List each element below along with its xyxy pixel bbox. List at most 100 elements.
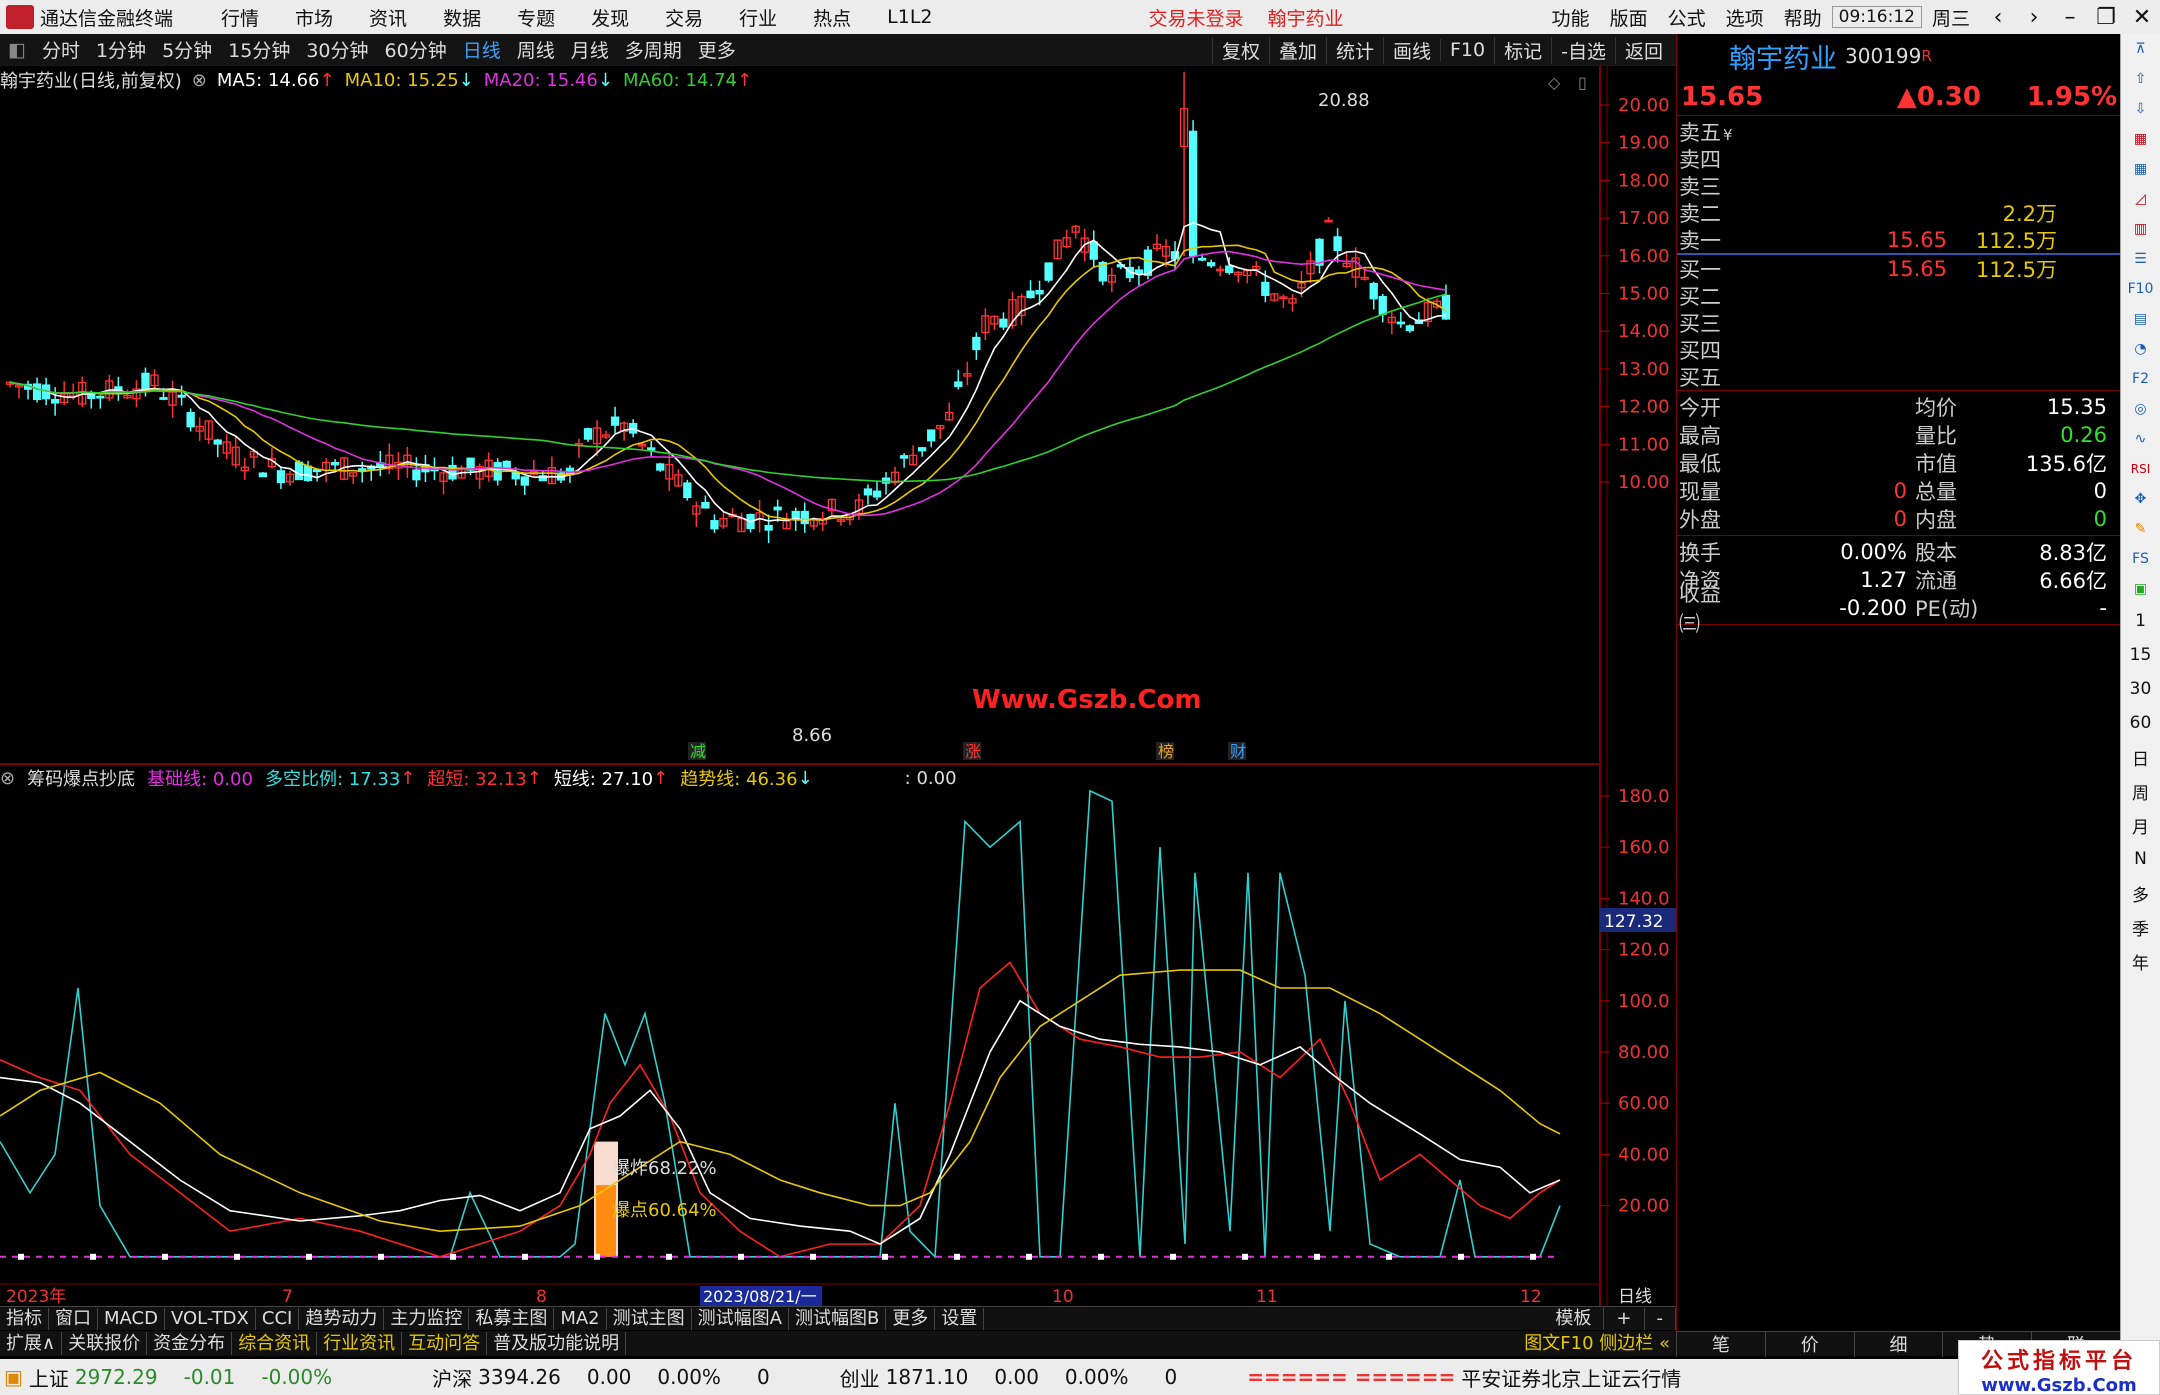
menu-7[interactable]: 行业 <box>721 4 795 31</box>
shortcut-1[interactable]: 15 <box>2121 638 2160 672</box>
rmenu-2[interactable]: 公式 <box>1658 4 1716 31</box>
doc-icon[interactable]: ▤ <box>2121 304 2160 334</box>
rmenu-0[interactable]: 功能 <box>1542 4 1600 31</box>
shortcut-9[interactable]: 季 <box>2121 910 2160 944</box>
event-marker[interactable]: 涨 <box>965 742 981 761</box>
rmenu-1[interactable]: 版面 <box>1600 4 1658 31</box>
template-tab-0[interactable]: 模板 <box>1543 1307 1605 1330</box>
template-tab-1[interactable]: + <box>1604 1307 1645 1330</box>
ext-tab-4[interactable]: 行业资讯 <box>317 1332 403 1355</box>
period-tab-3[interactable]: 15分钟 <box>220 36 298 63</box>
kline-icon[interactable]: ▥ <box>2121 214 2160 244</box>
menu-3[interactable]: 数据 <box>425 4 499 31</box>
buy-row[interactable]: 买二 <box>1677 282 2120 309</box>
shortcut-4[interactable]: 日 <box>2121 740 2160 774</box>
f10-icon[interactable]: F10 <box>2121 274 2160 304</box>
wave-icon[interactable]: ∿ <box>2121 424 2160 454</box>
indicator-tab-12[interactable]: 更多 <box>886 1307 936 1330</box>
period-tab-6[interactable]: 日线 <box>455 36 509 63</box>
pie-icon[interactable]: ◔ <box>2121 334 2160 364</box>
shortcut-10[interactable]: 年 <box>2121 944 2160 978</box>
indicator-tab-8[interactable]: MA2 <box>554 1307 607 1330</box>
shortcut-6[interactable]: 月 <box>2121 808 2160 842</box>
ext-tab-0[interactable]: 扩展∧ <box>0 1332 63 1355</box>
shortcut-5[interactable]: 周 <box>2121 774 2160 808</box>
quote-stock-name[interactable]: 翰宇药业 <box>1729 37 1837 76</box>
login-warning[interactable]: 交易未登录 <box>1137 4 1256 31</box>
sell-row[interactable]: 卖二 2.2万 <box>1677 199 2120 226</box>
period-tab-8[interactable]: 月线 <box>563 36 617 63</box>
sell-row[interactable]: 卖五 ¥ <box>1677 118 2120 145</box>
back-arrow-icon[interactable]: ‹ <box>1980 5 2016 30</box>
quote-tab-1[interactable]: 价 <box>1764 1331 1854 1357</box>
pen-icon[interactable]: ✎ <box>2121 514 2160 544</box>
indicator-tab-5[interactable]: 趋势动力 <box>299 1307 385 1330</box>
quote-tab-0[interactable]: 笔 <box>1676 1331 1765 1357</box>
indicator-tab-2[interactable]: MACD <box>98 1307 165 1330</box>
cy-name[interactable]: 创业 <box>840 1363 880 1392</box>
menu-4[interactable]: 专题 <box>499 4 573 31</box>
kline-chart[interactable]: 20.00 19.00 18.00 17.00 16.00 15.00 14.00 13.00… <box>0 66 1676 766</box>
period-tab-1[interactable]: 1分钟 <box>88 36 154 63</box>
shortcut-0[interactable]: 1 <box>2121 604 2160 638</box>
chart-tool-6[interactable]: -自选 <box>1551 36 1615 64</box>
indicator-chart[interactable]: 180.0 160.0 140.0 120.0 100.0 80.00 60.00 40.00… <box>0 764 1676 1306</box>
period-tab-10[interactable]: 更多 <box>690 36 744 63</box>
period-tab-0[interactable]: 分时 <box>34 36 88 63</box>
collapse-icon[interactable]: ⊼ <box>2121 34 2160 64</box>
ext-tab-6[interactable]: 普及版功能说明 <box>487 1332 627 1355</box>
panel-toggle-icon[interactable]: ◧ <box>0 39 34 61</box>
indicator-tab-1[interactable]: 窗口 <box>49 1307 98 1330</box>
line-chart-icon[interactable]: ◿ <box>2121 184 2160 214</box>
sell-row[interactable]: 卖一 15.65 112.5万 <box>1677 226 2120 253</box>
hs-name[interactable]: 沪深 <box>432 1363 472 1392</box>
chart-tool-5[interactable]: 标记 <box>1494 36 1551 64</box>
indicator-tab-6[interactable]: 主力监控 <box>384 1307 470 1330</box>
indicator-tab-11[interactable]: 测试幅图B <box>789 1307 887 1330</box>
period-tab-2[interactable]: 5分钟 <box>154 36 220 63</box>
chart-tool-3[interactable]: 画线 <box>1382 36 1440 64</box>
trade-icon[interactable]: ▦ <box>2121 124 2160 154</box>
ext-tab-2[interactable]: 资金分布 <box>147 1332 233 1355</box>
shortcut-3[interactable]: 60 <box>2121 706 2160 740</box>
period-tab-7[interactable]: 周线 <box>509 36 563 63</box>
up-icon[interactable]: ⇧ <box>2121 64 2160 94</box>
period-tab-5[interactable]: 60分钟 <box>377 36 455 63</box>
chart-tool-7[interactable]: 返回 <box>1614 36 1672 64</box>
menu-6[interactable]: 交易 <box>647 4 721 31</box>
menu-2[interactable]: 资讯 <box>351 4 425 31</box>
ext-tab-1[interactable]: 关联报价 <box>62 1332 148 1355</box>
indicator-tab-7[interactable]: 私募主图 <box>469 1307 555 1330</box>
f10-sidebar-toggle[interactable]: 图文F10 侧边栏 « <box>1518 1332 1676 1355</box>
move-icon[interactable]: ✥ <box>2121 484 2160 514</box>
fs-icon[interactable]: FS <box>2121 544 2160 574</box>
menu-0[interactable]: 行情 <box>203 4 277 31</box>
shortcut-8[interactable]: 多 <box>2121 876 2160 910</box>
chart-tool-4[interactable]: F10 <box>1440 39 1494 61</box>
shortcut-7[interactable]: N <box>2121 842 2160 876</box>
rmenu-4[interactable]: 帮助 <box>1774 4 1832 31</box>
buy-row[interactable]: 买一 15.65 112.5万 <box>1677 255 2120 282</box>
rsi-icon[interactable]: RSI <box>2121 454 2160 484</box>
shortcut-2[interactable]: 30 <box>2121 672 2160 706</box>
period-tab-9[interactable]: 多周期 <box>617 36 690 63</box>
sell-row[interactable]: 卖三 <box>1677 172 2120 199</box>
indicator-tab-10[interactable]: 测试幅图A <box>692 1307 789 1330</box>
sh-name[interactable]: 上证 <box>29 1363 69 1392</box>
down-icon[interactable]: ⇩ <box>2121 94 2160 124</box>
chart-tool-0[interactable]: 复权 <box>1211 36 1269 64</box>
close-icon[interactable]: ✕ <box>2124 5 2160 30</box>
indicator-tab-13[interactable]: 设置 <box>935 1307 985 1330</box>
chart-tool-2[interactable]: 统计 <box>1325 36 1383 64</box>
list-icon[interactable]: ☰ <box>2121 244 2160 274</box>
template-tab-2[interactable]: - <box>1645 1307 1676 1330</box>
chart-tool-1[interactable]: 叠加 <box>1268 36 1326 64</box>
diamond-icon[interactable]: ◇ <box>1548 73 1561 92</box>
grid-icon[interactable]: ▦ <box>2121 154 2160 184</box>
forward-arrow-icon[interactable]: › <box>2016 5 2052 30</box>
event-marker[interactable]: 减 <box>690 742 706 761</box>
quote-tab-2[interactable]: 细 <box>1853 1331 1943 1357</box>
indicator-tab-4[interactable]: CCI <box>256 1307 300 1330</box>
buy-row[interactable]: 买四 <box>1677 336 2120 363</box>
minimize-icon[interactable]: – <box>2052 5 2088 30</box>
